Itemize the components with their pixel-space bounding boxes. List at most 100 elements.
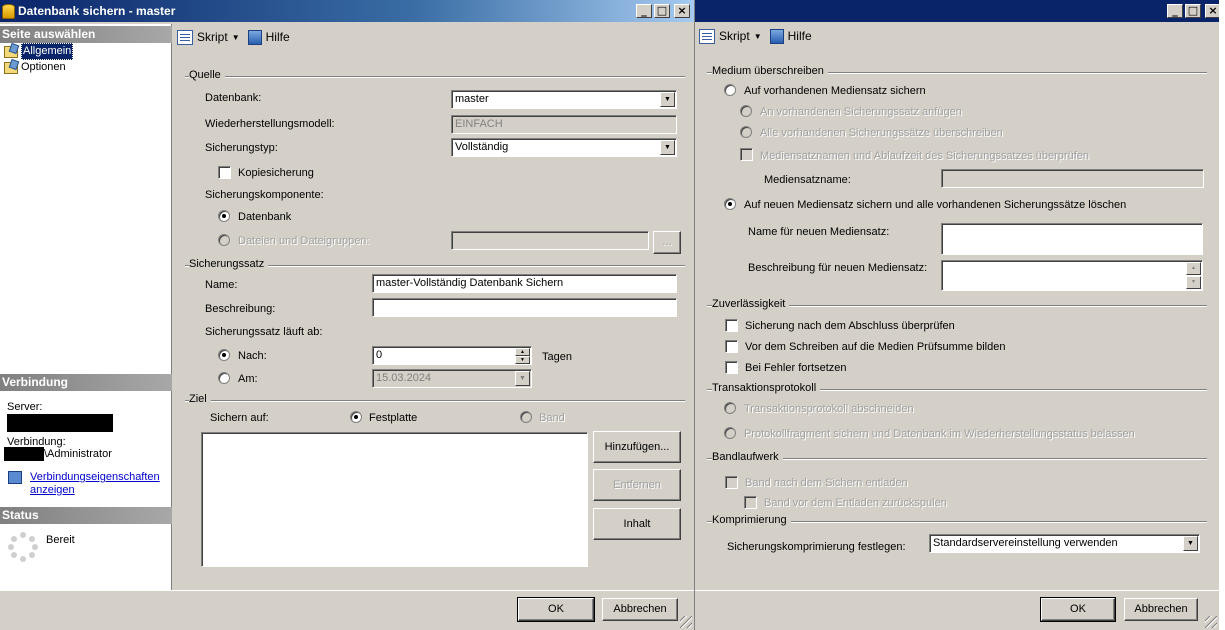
truncate-log-radio[interactable] [724, 402, 736, 414]
backup-expires-label: Sicherungssatz läuft ab: [205, 326, 323, 338]
add-destination-button[interactable]: Hinzufügen... [593, 431, 681, 463]
disk-label: Festplatte [369, 412, 418, 424]
page-item-general[interactable]: Allgemein [4, 43, 74, 60]
contents-button[interactable]: Inhalt [593, 508, 681, 540]
checksum-checkbox[interactable] [725, 340, 738, 353]
page-icon [4, 61, 18, 74]
rewind-tape-checkbox[interactable] [744, 496, 757, 509]
new-media-description-input[interactable]: ▲ ▼ [941, 260, 1203, 291]
transaction-log-group-label: Transaktionsprotokoll [712, 382, 821, 394]
progress-spinner-icon [8, 532, 38, 562]
verify-checkbox[interactable] [725, 319, 738, 332]
destination-group-line [185, 400, 685, 402]
overwrite-all-radio[interactable] [740, 126, 752, 138]
script-button[interactable]: Skript [197, 30, 228, 44]
disk-radio[interactable] [350, 411, 362, 423]
copy-only-label: Kopiesicherung [238, 167, 314, 179]
page-item-options[interactable]: Optionen [4, 60, 66, 75]
title-bar[interactable]: Datenbank sichern - master _ □ × [0, 0, 694, 22]
new-media-label: Auf neuen Mediensatz sichern und alle vo… [744, 199, 1127, 211]
help-button[interactable]: Hilfe [266, 30, 290, 44]
status-text: Bereit [46, 534, 75, 546]
window-title: Datenbank sichern - master [18, 4, 176, 18]
connection-header: Verbindung [0, 374, 172, 391]
browse-files-button[interactable]: ... [653, 231, 681, 254]
append-radio[interactable] [740, 105, 752, 117]
spin-up-icon[interactable]: ▲ [515, 348, 530, 356]
source-group-label: Quelle [189, 69, 225, 81]
component-files-radio[interactable] [218, 234, 230, 246]
backup-dialog-window: Datenbank sichern - master _ □ × Seite a… [0, 0, 694, 630]
remove-destination-button[interactable]: Entfernen [593, 469, 681, 501]
resize-grip-icon[interactable] [680, 616, 692, 628]
ok-button[interactable]: OK [517, 597, 595, 622]
overwrite-group-label: Medium überschreiben [712, 65, 828, 77]
backup-component-label: Sicherungskomponente: [205, 189, 324, 201]
spin-down-icon[interactable]: ▼ [515, 356, 530, 364]
chevron-down-icon[interactable]: ▼ [660, 140, 675, 155]
new-media-name-input[interactable] [941, 223, 1203, 255]
database-select[interactable]: master ▼ [451, 90, 677, 109]
chevron-down-icon[interactable]: ▼ [515, 371, 530, 386]
chevron-down-icon[interactable]: ▼ [1183, 536, 1198, 551]
backup-name-input[interactable]: master-Vollständig Datenbank Sichern [372, 274, 677, 293]
edge-strip [1219, 0, 1225, 630]
connection-properties-link[interactable]: Verbindungseigenschaften anzeigen [30, 471, 165, 497]
minimize-button[interactable]: _ [1167, 4, 1183, 18]
expires-after-label: Nach: [238, 350, 267, 362]
truncate-log-label: Transaktionsprotokoll abschneiden [744, 403, 914, 415]
days-label: Tagen [542, 351, 572, 363]
new-media-radio[interactable] [724, 198, 736, 210]
backup-description-label: Beschreibung: [205, 303, 276, 315]
tape-radio[interactable] [520, 411, 532, 423]
expires-date-picker[interactable]: 15.03.2024 ▼ [372, 369, 532, 388]
maximize-button[interactable]: □ [1185, 4, 1201, 18]
continue-on-error-checkbox[interactable] [725, 361, 738, 374]
tail-log-label: Protokollfragment sichern und Datenbank … [744, 428, 1135, 440]
chevron-down-icon[interactable]: ▼ [660, 92, 675, 107]
component-files-label: Dateien und Dateigruppen: [238, 235, 370, 247]
tail-log-radio[interactable] [724, 427, 736, 439]
scroll-up-icon[interactable]: ▲ [1186, 262, 1201, 275]
compression-select[interactable]: Standardservereinstellung verwenden ▼ [929, 534, 1200, 553]
expires-after-radio[interactable] [218, 349, 230, 361]
close-button[interactable]: × [674, 4, 690, 18]
server-label: Server: [7, 401, 43, 413]
backup-to-label: Sichern auf: [210, 412, 269, 424]
cancel-button[interactable]: Abbrechen [1124, 598, 1198, 621]
reliability-group-label: Zuverlässigkeit [712, 298, 790, 310]
expires-date-value: 15.03.2024 [376, 372, 432, 384]
unload-tape-label: Band nach dem Sichern entladen [745, 477, 908, 489]
cancel-button[interactable]: Abbrechen [602, 598, 678, 621]
compression-value: Standardservereinstellung verwenden [933, 537, 1118, 549]
scroll-down-icon[interactable]: ▼ [1186, 276, 1201, 289]
new-media-description-label: Beschreibung für neuen Mediensatz: [748, 262, 928, 274]
backup-type-label: Sicherungstyp: [205, 142, 278, 154]
script-button[interactable]: Skript [719, 29, 750, 43]
backup-type-select[interactable]: Vollständig ▼ [451, 138, 677, 157]
expires-on-radio[interactable] [218, 372, 230, 384]
chevron-down-icon[interactable]: ▼ [232, 33, 240, 42]
connection-properties-icon [8, 471, 22, 484]
connection-user: \Administrator [44, 448, 112, 460]
help-button[interactable]: Hilfe [788, 29, 812, 43]
expires-days-stepper[interactable]: 0 ▲ ▼ [372, 346, 532, 365]
destination-list[interactable] [201, 432, 588, 567]
resize-grip-icon[interactable] [1205, 616, 1217, 628]
copy-only-checkbox[interactable] [218, 166, 231, 179]
check-media-names-checkbox[interactable] [740, 148, 753, 161]
compression-label: Sicherungskomprimierung festlegen: [727, 541, 906, 553]
verify-label: Sicherung nach dem Abschluss überprüfen [745, 320, 955, 332]
minimize-button[interactable]: _ [636, 4, 652, 18]
chevron-down-icon[interactable]: ▼ [754, 32, 762, 41]
unload-tape-checkbox[interactable] [725, 476, 738, 489]
status-header: Status [0, 507, 172, 524]
backup-description-input[interactable] [372, 298, 677, 317]
checksum-label: Vor dem Schreiben auf die Medien Prüfsum… [745, 341, 1006, 353]
ok-button[interactable]: OK [1040, 597, 1116, 622]
media-name-field [941, 169, 1204, 188]
component-database-radio[interactable] [218, 210, 230, 222]
title-bar[interactable]: _ □ × [695, 0, 1225, 22]
maximize-button[interactable]: □ [654, 4, 670, 18]
existing-media-radio[interactable] [724, 84, 736, 96]
